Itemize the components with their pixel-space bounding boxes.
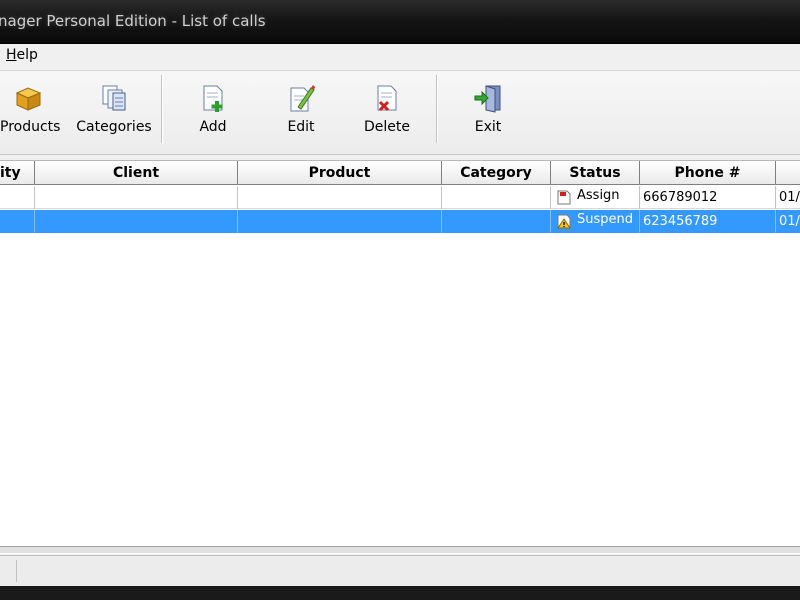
toolbar-separator: [161, 75, 163, 143]
column-header-phone[interactable]: Phone #: [640, 161, 776, 185]
cell-status: Assign: [551, 186, 640, 209]
column-header-status[interactable]: Status: [551, 161, 640, 185]
column-header-product[interactable]: Product: [238, 161, 442, 185]
exit-door-icon: [474, 85, 501, 113]
menu-bar: Help: [0, 44, 800, 71]
edit-document-icon: [290, 85, 315, 112]
add-document-icon: [203, 85, 223, 112]
assign-icon: [557, 190, 571, 205]
column-header-priority[interactable]: ity: [0, 161, 35, 185]
add-button[interactable]: Add: [186, 79, 240, 143]
cell-priority: [0, 186, 35, 209]
cell-client: [35, 186, 238, 209]
title-bar[interactable]: nager Personal Edition - List of calls: [0, 0, 800, 44]
menu-help[interactable]: Help: [6, 47, 38, 63]
delete-label: Delete: [364, 119, 410, 135]
column-header-date[interactable]: [776, 161, 800, 185]
horizontal-scrollbar[interactable]: [0, 546, 800, 554]
cell-date: 01/: [776, 186, 800, 209]
products-label: Products: [0, 119, 61, 135]
table-row[interactable]: Assign 666789012 01/: [0, 186, 800, 209]
cell-product: [238, 210, 442, 233]
column-header-category[interactable]: Category: [442, 161, 551, 185]
cell-date: 01/: [776, 210, 800, 233]
exit-label: Exit: [474, 119, 502, 135]
delete-button[interactable]: Delete: [360, 79, 414, 143]
column-header-client[interactable]: Client: [35, 161, 238, 185]
add-label: Add: [199, 119, 227, 135]
delete-document-icon: [377, 85, 397, 112]
cell-product: [238, 186, 442, 209]
cell-client: [35, 210, 238, 233]
products-button[interactable]: Products: [0, 79, 60, 143]
status-panel: [16, 560, 797, 582]
suspend-warning-icon: [557, 214, 571, 229]
menu-help-label: elp: [16, 47, 38, 63]
cell-phone: 666789012: [640, 186, 776, 209]
categories-button[interactable]: Categories: [74, 79, 154, 143]
toolbar-separator: [436, 75, 438, 143]
cell-category: [442, 210, 551, 233]
cell-category: [442, 186, 551, 209]
window-bottom-edge: [0, 586, 800, 600]
box-icon: [15, 87, 42, 111]
cell-phone: 623456789: [640, 210, 776, 233]
status-text: Suspend: [577, 212, 634, 227]
edit-label: Edit: [287, 119, 315, 135]
table-row-selected[interactable]: Suspend 623456789 01/: [0, 210, 800, 233]
menu-help-mnemonic: H: [6, 47, 17, 63]
edit-button[interactable]: Edit: [274, 79, 328, 143]
categories-label: Categories: [76, 119, 152, 135]
status-text: Assign: [577, 188, 620, 203]
calls-grid[interactable]: ity Client Product Category Status Phone…: [0, 160, 800, 546]
exit-button[interactable]: Exit: [461, 79, 515, 143]
status-bar: [0, 555, 800, 586]
cell-priority: [0, 210, 35, 233]
documents-icon: [102, 85, 126, 111]
window-title: nager Personal Edition - List of calls: [0, 12, 266, 30]
toolbar: Products Categories Add Edit Delete Exit: [0, 71, 800, 155]
cell-status: Suspend: [551, 210, 640, 233]
